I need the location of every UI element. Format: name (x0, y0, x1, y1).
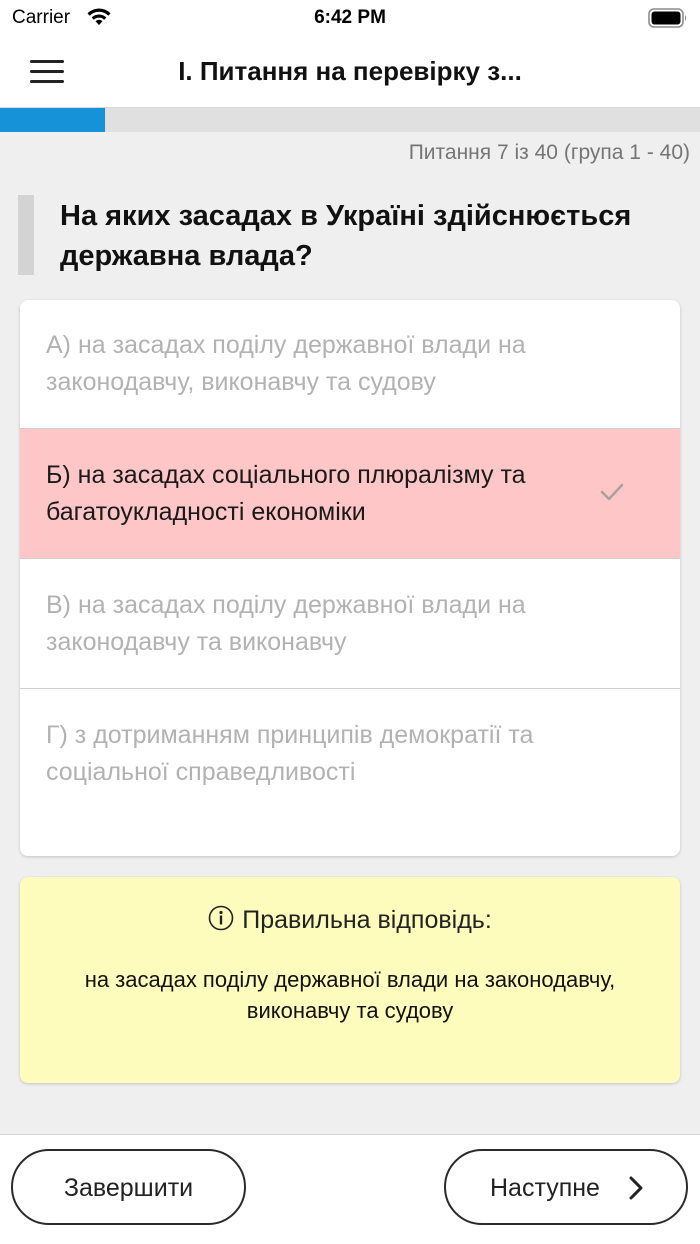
status-bar: Carrier 6:42 PM (0, 0, 700, 36)
question-accent-bar (18, 195, 34, 275)
progress-fill (0, 108, 105, 132)
next-button[interactable]: Наступне (444, 1149, 688, 1225)
answer-label: В) на засадах поділу державної влади на … (46, 591, 526, 656)
answers-list: А) на засадах поділу державної влади на … (20, 300, 680, 856)
answer-option-d[interactable]: Г) з дотриманням принципів демократії та… (20, 689, 680, 856)
chevron-right-icon (628, 1175, 644, 1208)
question-text: На яких засадах в Україні здійснюється д… (60, 200, 632, 272)
answer-option-b[interactable]: Б) на засадах соціального плюралізму та … (20, 429, 680, 559)
menu-button[interactable] (26, 56, 68, 88)
battery-icon (648, 8, 688, 33)
checkmark-icon (600, 482, 624, 507)
answer-option-a[interactable]: А) на засадах поділу державної влади на … (20, 300, 680, 429)
correct-answer-panel: Правильна відповідь: на засадах поділу д… (20, 877, 680, 1083)
nav-bar: I. Питання на перевірку з... (0, 36, 700, 108)
bottom-bar: Завершити Наступне (0, 1134, 700, 1244)
correct-answer-header: Правильна відповідь: (20, 905, 680, 938)
next-button-label: Наступне (490, 1174, 600, 1202)
correct-answer-text: на засадах поділу державної влади на зак… (84, 967, 616, 1023)
question-counter: Питання 7 із 40 (група 1 - 40) (408, 141, 690, 164)
progress-bar (0, 108, 700, 132)
correct-answer-heading: Правильна відповідь: (242, 906, 492, 934)
answer-label: А) на засадах поділу державної влади на … (46, 331, 526, 396)
answer-option-c[interactable]: В) на засадах поділу державної влади на … (20, 559, 680, 689)
nav-title: I. Питання на перевірку з... (178, 56, 522, 86)
answer-label: Б) на засадах соціального плюралізму та … (46, 461, 526, 526)
clock: 6:42 PM (314, 7, 386, 28)
answer-label: Г) з дотриманням принципів демократії та… (46, 721, 534, 786)
finish-button[interactable]: Завершити (11, 1149, 246, 1225)
finish-button-label: Завершити (63, 1174, 194, 1202)
info-icon (208, 905, 234, 938)
